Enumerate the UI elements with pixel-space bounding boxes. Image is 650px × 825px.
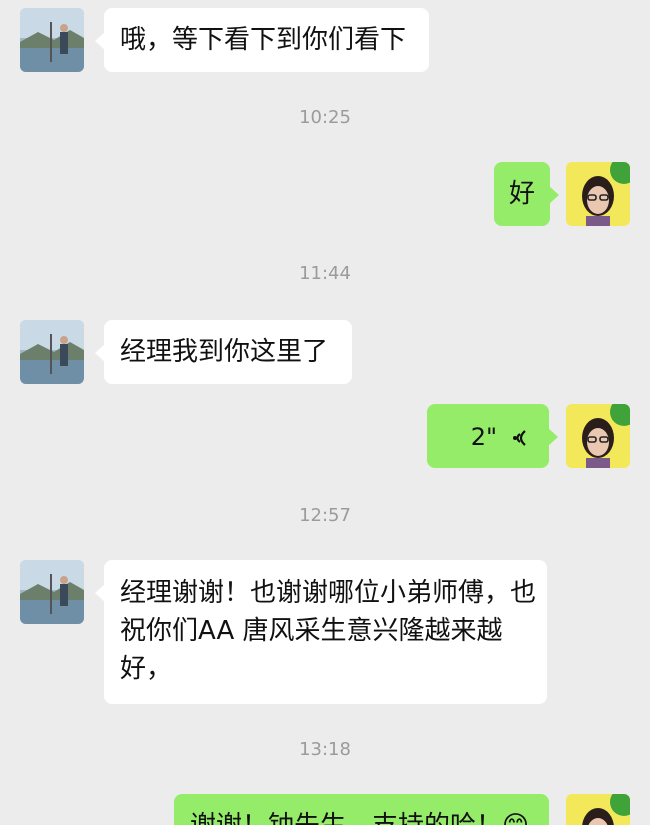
my-avatar[interactable] [566,794,630,825]
message-text-line: 祝你们AA 唐风采生意兴隆越来越 [120,616,503,646]
contact-avatar[interactable] [20,320,84,384]
timestamp: 11:44 [299,263,351,284]
timestamp: 12:57 [299,505,351,526]
woman-with-glasses-avatar [566,794,630,825]
message-text: 哦，等下看下到你们看下 [120,25,407,55]
message-text-line: 经理谢谢！也谢谢哪位小弟师傅，也 [120,578,537,608]
chat-window: 哦，等下看下到你们看下 10:25 好 11:44 经理我到你这里了 2" 12… [0,0,650,825]
voice-wave-icon [503,426,531,450]
message-text-line: 好， [120,654,173,684]
message-text: 经理我到你这里了 [120,337,329,367]
my-avatar[interactable] [566,162,630,226]
voice-message-bubble[interactable]: 2" [427,404,558,468]
woman-with-glasses-avatar [566,404,630,468]
message-bubble[interactable]: 好 [494,162,559,226]
message-bubble[interactable]: 谢谢！钟先生，支持的哈！😊 [174,794,549,825]
message-bubble[interactable]: 经理谢谢！也谢谢哪位小弟师傅，也 祝你们AA 唐风采生意兴隆越来越 好， [95,560,547,704]
contact-avatar[interactable] [20,560,84,624]
timestamp: 10:25 [299,107,351,128]
message-text: 好 [508,179,535,209]
man-standing-by-lake-avatar [20,8,84,72]
my-avatar[interactable] [566,404,630,468]
timestamp: 13:18 [299,739,351,760]
voice-duration: 2" [470,423,497,451]
man-standing-by-lake-avatar [20,320,84,384]
woman-with-glasses-avatar [566,162,630,226]
man-standing-by-lake-avatar [20,560,84,624]
message-text: 谢谢！钟先生，支持的哈！😊 [190,811,529,825]
message-bubble[interactable]: 经理我到你这里了 [95,320,352,384]
message-bubble[interactable]: 哦，等下看下到你们看下 [95,8,429,72]
contact-avatar[interactable] [20,8,84,72]
